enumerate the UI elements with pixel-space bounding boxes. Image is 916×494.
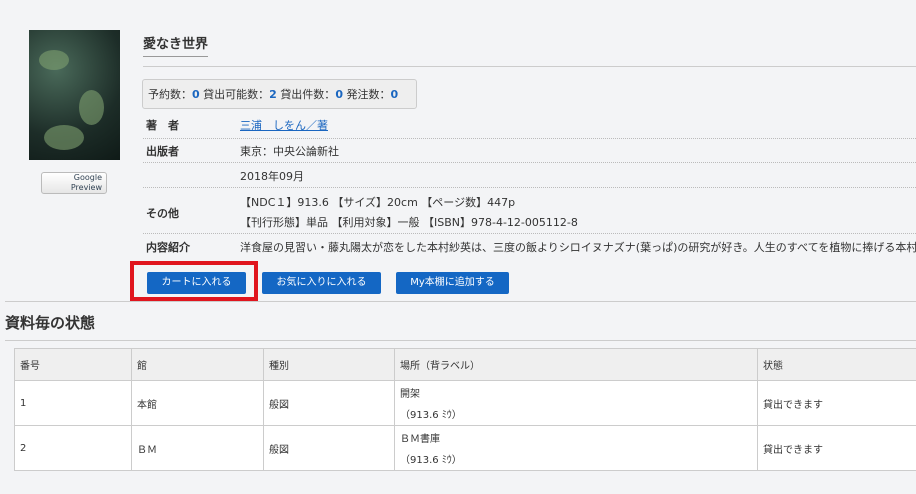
detail-author: 著 者三浦 しをん／著	[143, 112, 916, 139]
author-link[interactable]: 三浦 しをん／著	[240, 117, 328, 133]
detail-summary: 内容紹介 洋食屋の見習い・藤丸陽太が恋をした本村紗英は、三度の飯よりシロイヌナズナ…	[146, 241, 916, 254]
google-preview-button[interactable]: Google Preview	[41, 172, 107, 194]
detail-date: 2018年09月	[143, 162, 916, 188]
highlight-box	[130, 261, 258, 301]
divider	[5, 340, 916, 341]
detail-other: その他 【NDC１】913.6 【サイズ】20cm 【ページ数】447p 【刊行形態…	[143, 187, 916, 234]
table-row: 1 本館 般図 開架 （913.6 ﾐｳ） 貸出できます	[14, 380, 916, 426]
available-count: 2	[269, 88, 277, 101]
holdings-table: 番号 館 種別 場所（背ラベル） 状態 1 本館 般図 開架 （913.6 ﾐｳ） 貸…	[14, 348, 916, 471]
reserve-count: 0	[192, 88, 200, 101]
add-to-my-shelf-button[interactable]: My本棚に追加する	[396, 272, 509, 294]
loans-count: 0	[335, 88, 343, 101]
detail-publisher: 出版者 東京：中央公論新社	[143, 138, 916, 163]
book-title: 愛なき世界	[143, 33, 209, 57]
book-cover-image[interactable]	[29, 30, 120, 160]
divider	[143, 66, 916, 67]
table-row: 2 ＢＭ 般図 ＢＭ書庫 （913.6 ﾐｳ） 貸出できます	[14, 425, 916, 471]
table-header: 番号 館 種別 場所（背ラベル） 状態	[14, 348, 916, 381]
orders-count: 0	[390, 88, 399, 101]
add-to-favorites-button[interactable]: お気に入りに入れる	[262, 272, 381, 294]
section-title: 資料毎の状態	[5, 314, 96, 332]
counts-box: 予約数：0 貸出可能数：2 貸出件数：0 発注数：0	[142, 79, 417, 109]
divider	[5, 301, 916, 302]
